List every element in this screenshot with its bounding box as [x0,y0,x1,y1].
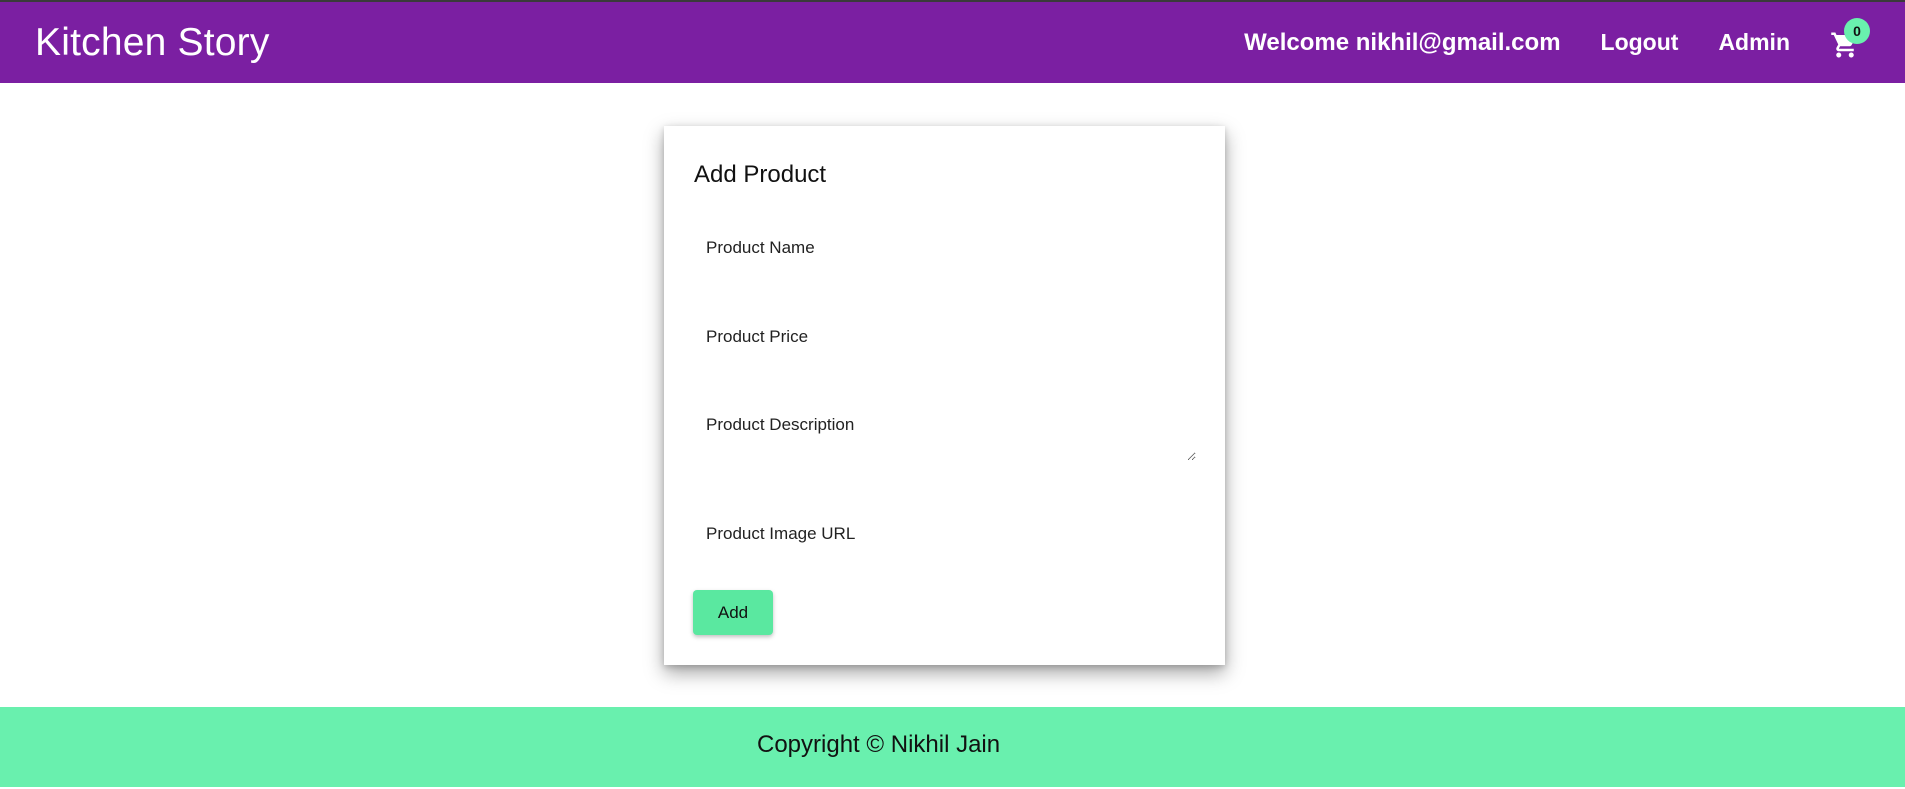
product-image-url-field [693,518,1196,550]
logout-link[interactable]: Logout [1601,29,1679,56]
cart-count-badge: 0 [1844,17,1870,44]
copyright-text: Copyright © Nikhil Jain [757,731,1001,758]
product-description-field [693,410,1196,466]
welcome-text: Welcome nikhil@gmail.com [1244,28,1561,56]
admin-link[interactable]: Admin [1718,29,1790,56]
product-price-input[interactable] [693,321,1196,353]
footer: Copyright © Nikhil Jain [0,707,1905,787]
add-product-card: Add Product Add [664,126,1225,665]
cart-button[interactable]: 0 [1830,17,1870,60]
product-image-url-input[interactable] [693,518,1196,550]
nav-right: Welcome nikhil@gmail.com Logout Admin 0 [1244,2,1870,83]
product-description-textarea[interactable] [693,410,1196,461]
brand-logo[interactable]: Kitchen Story [35,21,270,65]
add-product-button[interactable]: Add [693,590,773,635]
form-title: Add Product [694,161,827,188]
product-name-field [693,232,1196,264]
product-price-field [693,321,1196,353]
top-navbar: Kitchen Story Welcome nikhil@gmail.com L… [0,2,1905,83]
product-name-input[interactable] [693,232,1196,264]
